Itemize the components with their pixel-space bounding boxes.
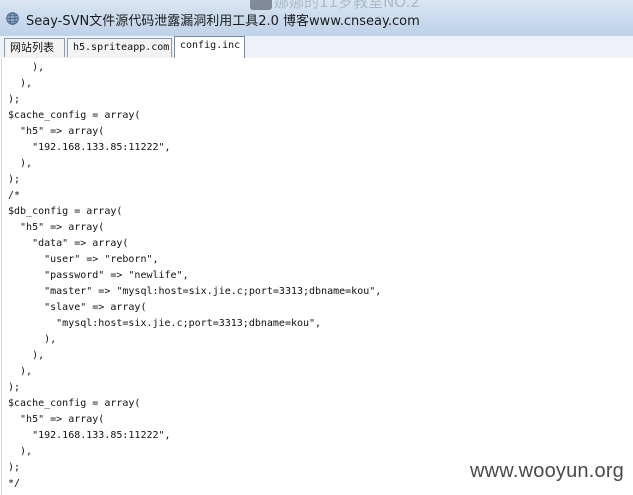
app-window: 娜娜的11岁教室NO.2 Seay-SVN文件源代码泄露漏洞利用工具2.0 博客… <box>0 0 633 495</box>
code-line: "h5" => array( <box>8 414 105 425</box>
code-line: ), <box>8 350 45 361</box>
code-line: "h5" => array( <box>8 222 105 233</box>
code-line: "password" => "newlife", <box>8 270 189 281</box>
code-line: "data" => array( <box>8 238 129 249</box>
tab-bar: 网站列表 h5.spriteapp.com config.inc <box>0 36 633 59</box>
code-line: $cache_config = array( <box>8 110 141 121</box>
globe-icon <box>6 12 19 25</box>
tab-h5-spriteapp[interactable]: h5.spriteapp.com <box>67 38 172 57</box>
code-line: /* <box>8 190 21 201</box>
code-line: ), <box>8 334 57 345</box>
title-bar[interactable]: 娜娜的11岁教室NO.2 Seay-SVN文件源代码泄露漏洞利用工具2.0 博客… <box>0 0 633 37</box>
code-content[interactable]: ), ),); $cache_config = array( "h5" => ar… <box>8 60 381 492</box>
tab-site-list[interactable]: 网站列表 <box>4 38 65 57</box>
window-title: Seay-SVN文件源代码泄露漏洞利用工具2.0 博客www.cnseay.co… <box>26 14 420 29</box>
code-line: ); <box>8 174 21 185</box>
code-line: "master" => "mysql:host=six.jie.c;port=3… <box>8 286 382 297</box>
code-line: ); <box>8 382 21 393</box>
code-line: ), <box>8 62 45 73</box>
code-editor[interactable]: ), ),); $cache_config = array( "h5" => ar… <box>0 58 633 495</box>
code-line: ), <box>8 366 33 377</box>
code-line: "user" => "reborn", <box>8 254 159 265</box>
code-line: "slave" => array( <box>8 302 147 313</box>
code-line: ); <box>8 94 21 105</box>
code-line: ), <box>8 446 33 457</box>
code-line: ), <box>8 158 33 169</box>
code-line: */ <box>8 478 21 489</box>
code-line: ), <box>8 78 33 89</box>
code-line: "192.168.133.85:11222", <box>8 430 171 441</box>
tab-config-inc[interactable]: config.inc <box>174 36 245 59</box>
code-line: "h5" => array( <box>8 126 105 137</box>
code-line: ); <box>8 462 21 473</box>
code-line: "192.168.133.85:11222", <box>8 142 171 153</box>
code-line: "mysql:host=six.jie.c;port=3313;dbname=k… <box>8 318 322 329</box>
code-line: $cache_config = array( <box>8 398 141 409</box>
code-line: $db_config = array( <box>8 206 123 217</box>
watermark: www.wooyun.org <box>470 460 624 482</box>
